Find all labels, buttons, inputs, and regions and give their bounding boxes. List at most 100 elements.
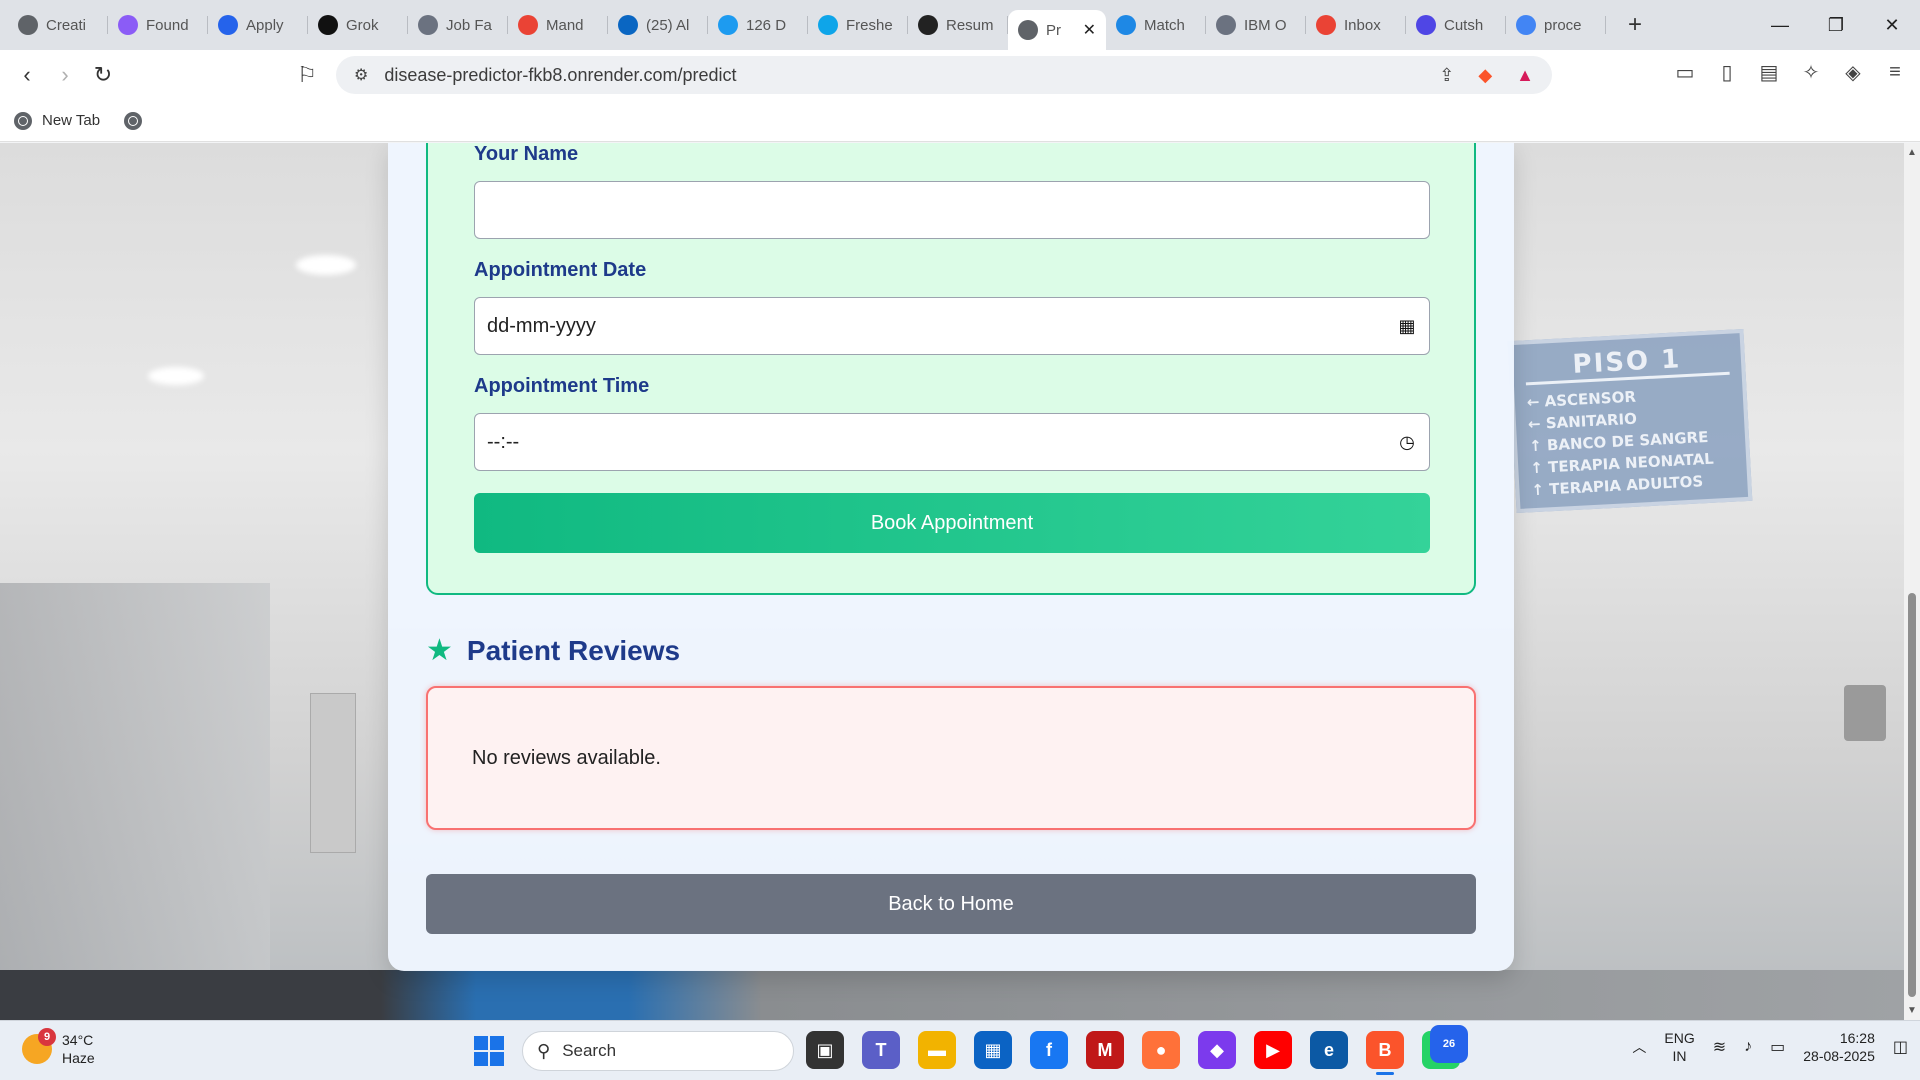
time-placeholder: --:--	[487, 430, 520, 453]
whatsapp-icon[interactable]: ✆26	[1422, 1025, 1468, 1069]
page-scrollbar[interactable]: ▲ ▼	[1904, 143, 1920, 1020]
back-button[interactable]: ‹	[8, 56, 46, 94]
bookmark-globe-icon[interactable]	[124, 111, 143, 130]
tab-title: proce	[1544, 16, 1582, 34]
browser-tab[interactable]: proce	[1506, 5, 1606, 45]
edge-icon[interactable]: e	[1310, 1031, 1348, 1069]
appointment-card: Your Name Appointment Date dd-mm-yyyy ▦ …	[388, 143, 1514, 971]
weather-widget[interactable]: 9 34°C Haze	[22, 1028, 95, 1067]
browser-tab[interactable]: Match	[1106, 5, 1206, 45]
system-tray: ︿ ENG IN ≋ ♪ ▭ 16:28 28-08-2025 ◫	[1632, 1029, 1908, 1065]
openai-icon	[918, 15, 938, 35]
date-label: Appointment Date	[474, 259, 647, 281]
battery-icon[interactable]: ▭	[1770, 1037, 1785, 1057]
brave-rewards-icon[interactable]: ▲	[1516, 65, 1534, 86]
brave-icon[interactable]: B	[1366, 1031, 1404, 1075]
weather-temp: 34°C	[62, 1032, 94, 1048]
copilot-icon[interactable]: ◆	[1198, 1031, 1236, 1069]
star-icon: ★	[426, 634, 453, 667]
clock-icon[interactable]: ◷	[1397, 432, 1417, 453]
clock[interactable]: 16:28 28-08-2025	[1803, 1029, 1875, 1065]
name-input[interactable]	[474, 181, 1430, 239]
ceiling-light	[296, 255, 356, 275]
forward-button[interactable]: ›	[46, 56, 84, 94]
globe-icon	[14, 111, 32, 130]
calendar-icon[interactable]: ▦	[1397, 316, 1417, 337]
site-settings-icon[interactable]: ⚙	[354, 65, 368, 85]
url-text[interactable]: disease-predictor-fkb8.onrender.com/pred…	[384, 65, 736, 86]
tray-overflow-icon[interactable]: ︿	[1632, 1037, 1646, 1057]
notification-icon[interactable]: ◫	[1893, 1037, 1908, 1057]
time-input[interactable]: --:-- ◷	[474, 413, 1430, 471]
browser-tab[interactable]: Resum	[908, 5, 1008, 45]
search-label: Search	[562, 1041, 617, 1060]
close-tab-icon[interactable]: ✕	[1083, 20, 1096, 40]
language-indicator[interactable]: ENG IN	[1664, 1029, 1694, 1065]
new-tab-button[interactable]: +	[1620, 11, 1650, 39]
task-view-icon[interactable]: ▣	[806, 1031, 844, 1069]
appointment-form: Your Name Appointment Date dd-mm-yyyy ▦ …	[426, 143, 1476, 595]
file-explorer-icon[interactable]: ▬	[918, 1031, 956, 1069]
brave-shields-icon[interactable]: ◆	[1478, 65, 1492, 86]
teams-icon[interactable]: T	[862, 1031, 900, 1069]
sidebar-icon[interactable]: ▯	[1716, 60, 1738, 85]
tab-title: 126 D	[746, 16, 787, 34]
browser-tab[interactable]: Pr ✕	[1008, 10, 1106, 50]
wallet-icon[interactable]: ▤	[1758, 60, 1780, 85]
tab-title: IBM O	[1244, 16, 1287, 34]
close-window-button[interactable]: ✕	[1864, 0, 1920, 50]
facebook-icon[interactable]: f	[1030, 1031, 1068, 1069]
tab-title: Creati	[46, 16, 87, 34]
address-bar[interactable]: ⚙ disease-predictor-fkb8.onrender.com/pr…	[336, 56, 1552, 94]
background-floor	[0, 970, 1904, 1020]
share-icon[interactable]: ⇪	[1439, 65, 1454, 86]
youtube-icon[interactable]: ▶	[1254, 1031, 1292, 1069]
taskbar-search[interactable]: ⚲ Search	[522, 1031, 794, 1071]
tab-title: Cutsh	[1444, 16, 1484, 34]
browser-tab[interactable]: Grok	[308, 5, 408, 45]
leo-ai-icon[interactable]: ✧	[1800, 60, 1822, 85]
back-to-home-button[interactable]: Back to Home	[426, 874, 1476, 934]
jobfair-icon	[418, 15, 438, 35]
vpn-icon[interactable]: ◈	[1842, 60, 1864, 85]
browser-tab[interactable]: 126 D	[708, 5, 808, 45]
window-controls: — ❐ ✕	[1752, 0, 1920, 50]
menu-icon[interactable]: ≡	[1884, 61, 1906, 84]
scroll-up-icon[interactable]: ▲	[1907, 147, 1917, 158]
mcafee-icon[interactable]: M	[1086, 1031, 1124, 1069]
taskbar: 9 34°C Haze ⚲ Search ▣ T ▬ ▦ fM ● ◆ ▶ eB ✆26 ︿ EN…	[0, 1020, 1920, 1080]
tab-title: Inbox	[1344, 16, 1381, 34]
browser-tab[interactable]: Freshe	[808, 5, 908, 45]
date-input[interactable]: dd-mm-yyyy ▦	[474, 297, 1430, 355]
scrollbar-thumb[interactable]	[1908, 593, 1916, 997]
browser-tab[interactable]: Found	[108, 5, 208, 45]
search-icon: ⚲	[537, 1040, 551, 1061]
browser-tab[interactable]: Creati	[8, 5, 108, 45]
date-placeholder: dd-mm-yyyy	[487, 314, 596, 337]
reader-mode-icon[interactable]: ▭	[1674, 60, 1696, 85]
time-label: Appointment Time	[474, 375, 650, 397]
browser-tab[interactable]: Job Fa	[408, 5, 508, 45]
volume-icon[interactable]: ♪	[1744, 1038, 1752, 1056]
browser-tab[interactable]: Mand	[508, 5, 608, 45]
browser-tab[interactable]: IBM O	[1206, 5, 1306, 45]
tab-title: (25) Al	[646, 16, 690, 34]
bookmark-new-tab[interactable]: New Tab	[42, 112, 100, 129]
no-reviews-text: No reviews available.	[472, 746, 661, 769]
browser-tab[interactable]: Inbox	[1306, 5, 1406, 45]
tab-title: Match	[1144, 16, 1185, 34]
browser-tab[interactable]: (25) Al	[608, 5, 708, 45]
reload-button[interactable]: ↻	[84, 56, 122, 94]
book-appointment-button[interactable]: Book Appointment	[474, 493, 1430, 553]
browser-tab[interactable]: Apply	[208, 5, 308, 45]
store-icon[interactable]: ▦	[974, 1031, 1012, 1069]
minimize-button[interactable]: —	[1752, 0, 1808, 50]
firefox-icon[interactable]: ●	[1142, 1031, 1180, 1069]
bookmark-icon[interactable]: ⚐	[288, 56, 326, 94]
windows-start-icon[interactable]	[474, 1036, 504, 1066]
browser-tab[interactable]: Cutsh	[1406, 5, 1506, 45]
scroll-down-icon[interactable]: ▼	[1907, 1005, 1917, 1016]
cutshort-icon	[1416, 15, 1436, 35]
restore-button[interactable]: ❐	[1808, 0, 1864, 50]
wifi-icon[interactable]: ≋	[1713, 1037, 1726, 1057]
